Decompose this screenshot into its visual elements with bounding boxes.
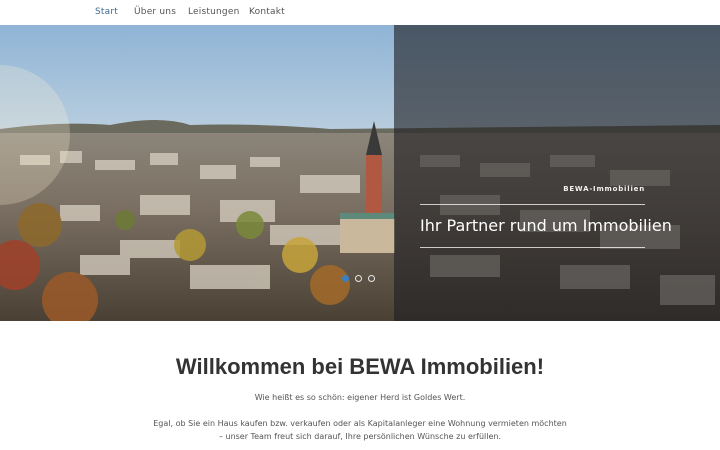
hero-divider-bottom: [420, 247, 645, 248]
nav-item-leistungen[interactable]: Leistungen: [188, 7, 239, 17]
hero-eyebrow: BEWA-Immobilien: [563, 185, 645, 193]
intro-text-line-2: – unser Team freut sich darauf, Ihre per…: [218, 432, 502, 441]
hero-slider: BEWA-Immobilien Ihr Partner rund um Immo…: [0, 25, 720, 321]
nav-item-ueber-uns[interactable]: Über uns: [134, 7, 176, 17]
slider-dots: [342, 275, 375, 282]
hero-text-overlay: [394, 25, 720, 321]
slider-dot-2[interactable]: [355, 275, 362, 282]
hero-headline: Ihr Partner rund um Immobilien: [420, 216, 672, 235]
slider-dot-1[interactable]: [342, 275, 349, 282]
nav-item-start[interactable]: Start: [95, 7, 118, 17]
tagline-text: Wie heißt es so schön: eigener Herd ist …: [254, 393, 466, 402]
intro-text-line-1: Egal, ob Sie ein Haus kaufen bzw. verkau…: [153, 419, 567, 428]
nav-item-kontakt[interactable]: Kontakt: [249, 7, 285, 17]
main-navigation: Start Über uns Leistungen Kontakt: [0, 0, 720, 25]
welcome-title: Willkommen bei BEWA Immobilien!: [175, 354, 545, 379]
slider-dot-3[interactable]: [368, 275, 375, 282]
hero-divider-top: [420, 204, 645, 205]
